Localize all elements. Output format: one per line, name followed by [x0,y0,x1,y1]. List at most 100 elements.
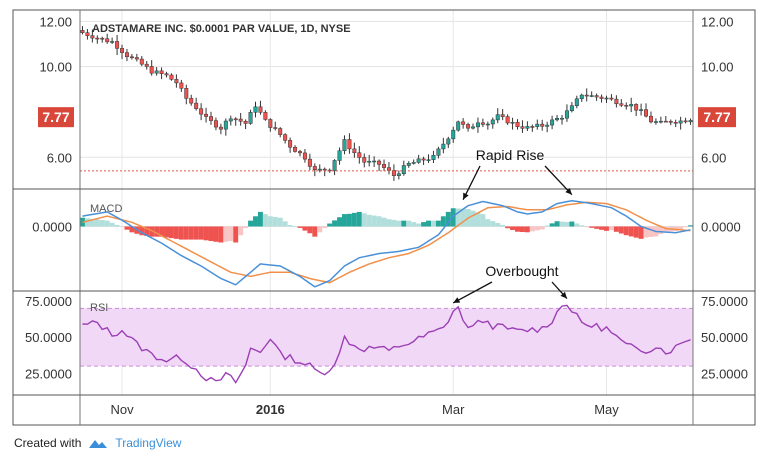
candle-down [169,74,174,80]
macd-histogram-bar [332,220,338,227]
candle-up [406,162,411,166]
macd-histogram-bar [613,226,619,232]
candle-up [475,122,480,128]
macd-histogram-bar [500,224,506,227]
candle-down [115,41,120,49]
candle-up [555,117,560,121]
candle-down [322,168,327,171]
macd-histogram-bar [302,226,308,231]
macd-histogram-bar [534,226,540,231]
macd-histogram-bar [584,226,590,228]
macd-histogram-bar [510,226,516,230]
macd-histogram-bar [648,226,654,237]
macd-histogram-bar [539,226,545,230]
time-axis-label: 2016 [256,402,285,417]
candle-up [411,162,416,164]
macd-histogram-bar [638,226,644,239]
candle-up [332,160,337,171]
last-price-left: 7.77 [42,109,69,125]
macd-histogram-bar [188,226,194,240]
candle-up [688,120,693,123]
candle-down [204,113,209,117]
candle-up [456,121,461,131]
candle-down [129,56,134,59]
candle-up [253,106,258,113]
macd-histogram-bar [164,226,169,238]
annotation-rapid-rise: Rapid Rise [476,147,545,163]
candle-down [500,114,505,117]
macd-histogram-bar [608,226,614,231]
macd-histogram-bar [257,211,263,227]
candle-down [233,118,238,121]
candle-up [564,110,569,119]
candle-up [228,118,233,122]
macd-tick-right: 0.0000 [701,219,741,234]
candle-down [352,148,357,154]
macd-histogram-bar [579,225,585,227]
candle-up [678,120,683,124]
macd-histogram-bar [401,220,407,227]
candle-down [194,102,199,109]
candle-down [644,109,649,117]
candle-down [159,70,164,74]
macd-histogram-bar [371,215,377,227]
macd-histogram-bar [480,214,486,227]
candle-up [550,119,555,126]
candle-up [110,41,115,43]
candle-up [639,109,644,111]
candle-down [213,120,218,128]
candle-down [683,120,688,123]
macd-histogram-bar [317,226,323,233]
candle-down [584,94,589,97]
time-axis-label: May [594,402,619,417]
price-tick-label-right: 10.00 [701,60,734,75]
candle-down [466,124,471,129]
footer-brand[interactable]: TradingView [115,436,181,450]
macd-histogram-bar [272,216,278,227]
tradingview-cloud-icon [89,440,108,448]
price-title: ADSTAMARE INC. $0.0001 PAR VALUE, 1D, NY… [92,23,351,35]
candle-up [653,121,658,123]
candle-down [80,30,85,33]
annotation-arrow-line [452,281,493,304]
candle-down [288,140,293,148]
macd-histogram-bar [391,219,397,227]
price-tick-label-left: 12.00 [39,14,72,29]
candle-down [90,35,95,39]
candle-up [629,104,634,107]
candle-down [599,96,604,99]
candle-up [317,168,322,171]
candle-down [377,160,382,165]
candle-down [461,121,466,125]
candle-down [209,116,213,121]
macd-histogram-bar [386,219,392,227]
candle-down [624,105,629,107]
macd-histogram-bar [559,221,565,227]
footer: Created with TradingView [14,436,181,450]
candle-up [337,150,342,161]
price-tick-label-left: 10.00 [39,60,72,75]
candle-up [658,120,663,123]
macd-histogram-bar [376,216,382,227]
footer-prefix: Created with [14,436,82,450]
rsi-tick-right: 25.0000 [701,366,748,381]
candle-up [372,160,377,163]
macd-histogram-bar [287,225,293,227]
candle-down [594,95,599,98]
rsi-tick-left: 50.0000 [25,330,72,345]
candle-up [579,94,584,100]
macd-histogram-bar [569,221,575,227]
candle-up [495,114,500,121]
macd-histogram-bar [421,222,427,227]
rsi-tick-right: 50.0000 [701,330,748,345]
macd-histogram-bar [361,213,367,227]
candle-down [164,73,169,76]
macd-histogram-bar [228,226,234,242]
macd-histogram-bar [351,212,357,227]
candle-down [609,97,614,100]
candle-down [283,134,288,141]
macd-histogram-bar [312,226,318,237]
macd-histogram-bar [435,220,441,227]
macd-histogram-bar [356,211,362,227]
rsi-tick-right: 75.0000 [701,294,748,309]
